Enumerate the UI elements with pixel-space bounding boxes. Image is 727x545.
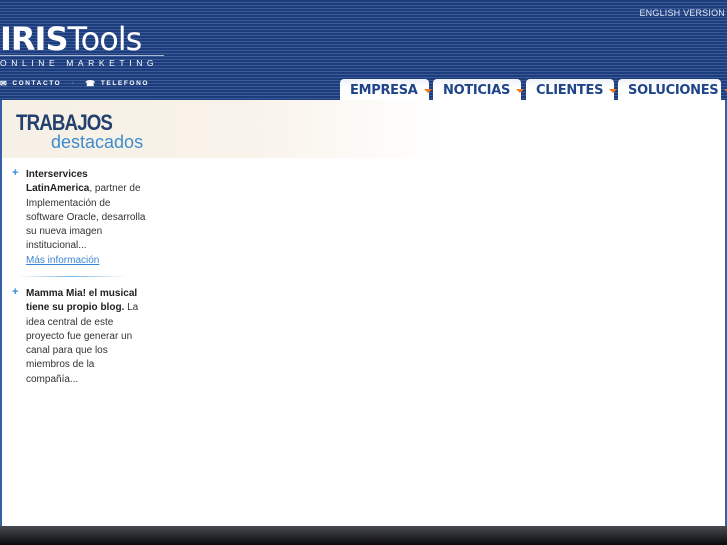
- section-subtitle: destacados: [51, 132, 144, 152]
- main-content: TRABAJOS destacados + Interservices Lati…: [0, 100, 727, 526]
- telefono-link[interactable]: TELEFONO: [101, 80, 149, 87]
- tab-label: EMPRESA: [350, 83, 418, 98]
- tab-soluciones[interactable]: SOLUCIONES: [618, 79, 727, 101]
- tab-label: NOTICIAS: [443, 83, 511, 98]
- contact-bar: ✉ CONTACTO ▪ ☎ TELEFONO: [0, 79, 149, 88]
- phone-icon: ☎: [85, 79, 97, 88]
- header: ENGLISH VERSION IRISTools ONLINE MARKETI…: [0, 0, 727, 101]
- tab-noticias[interactable]: NOTICIAS: [433, 79, 525, 101]
- tab-label: CLIENTES: [536, 83, 604, 98]
- item-text: La idea central de este proyecto fue gen…: [26, 302, 139, 385]
- divider: [16, 276, 128, 277]
- separator: ▪: [71, 80, 76, 87]
- tab-label: SOLUCIONES: [628, 83, 719, 98]
- plus-icon: +: [12, 167, 19, 179]
- tab-clientes[interactable]: CLIENTES: [526, 79, 618, 101]
- item-title: Mamma Mia! el musical tiene su propio bl…: [26, 288, 138, 314]
- contacto-link[interactable]: CONTACTO: [12, 80, 61, 87]
- item-title: Interservices LatinAmerica: [26, 169, 90, 195]
- envelope-icon: ✉: [0, 79, 9, 88]
- logo[interactable]: IRISTools ONLINE MARKETING: [0, 23, 164, 68]
- english-version-link[interactable]: ENGLISH VERSION: [639, 8, 725, 18]
- logo-iris: IRIS: [0, 20, 68, 58]
- mas-informacion-link[interactable]: Más información: [26, 254, 147, 268]
- tab-empresa[interactable]: EMPRESA: [340, 79, 432, 101]
- list-item: + Interservices LatinAmerica, partner de…: [12, 167, 147, 268]
- dropdown-arrow-icon: [609, 88, 618, 93]
- logo-tools: Tools: [67, 20, 143, 58]
- dropdown-arrow-icon: [516, 88, 525, 93]
- list-item: + Mamma Mia! el musical tiene su propio …: [12, 286, 147, 387]
- plus-icon: +: [12, 286, 19, 298]
- dropdown-arrow-icon: [423, 88, 432, 93]
- footer-bar: [0, 526, 727, 545]
